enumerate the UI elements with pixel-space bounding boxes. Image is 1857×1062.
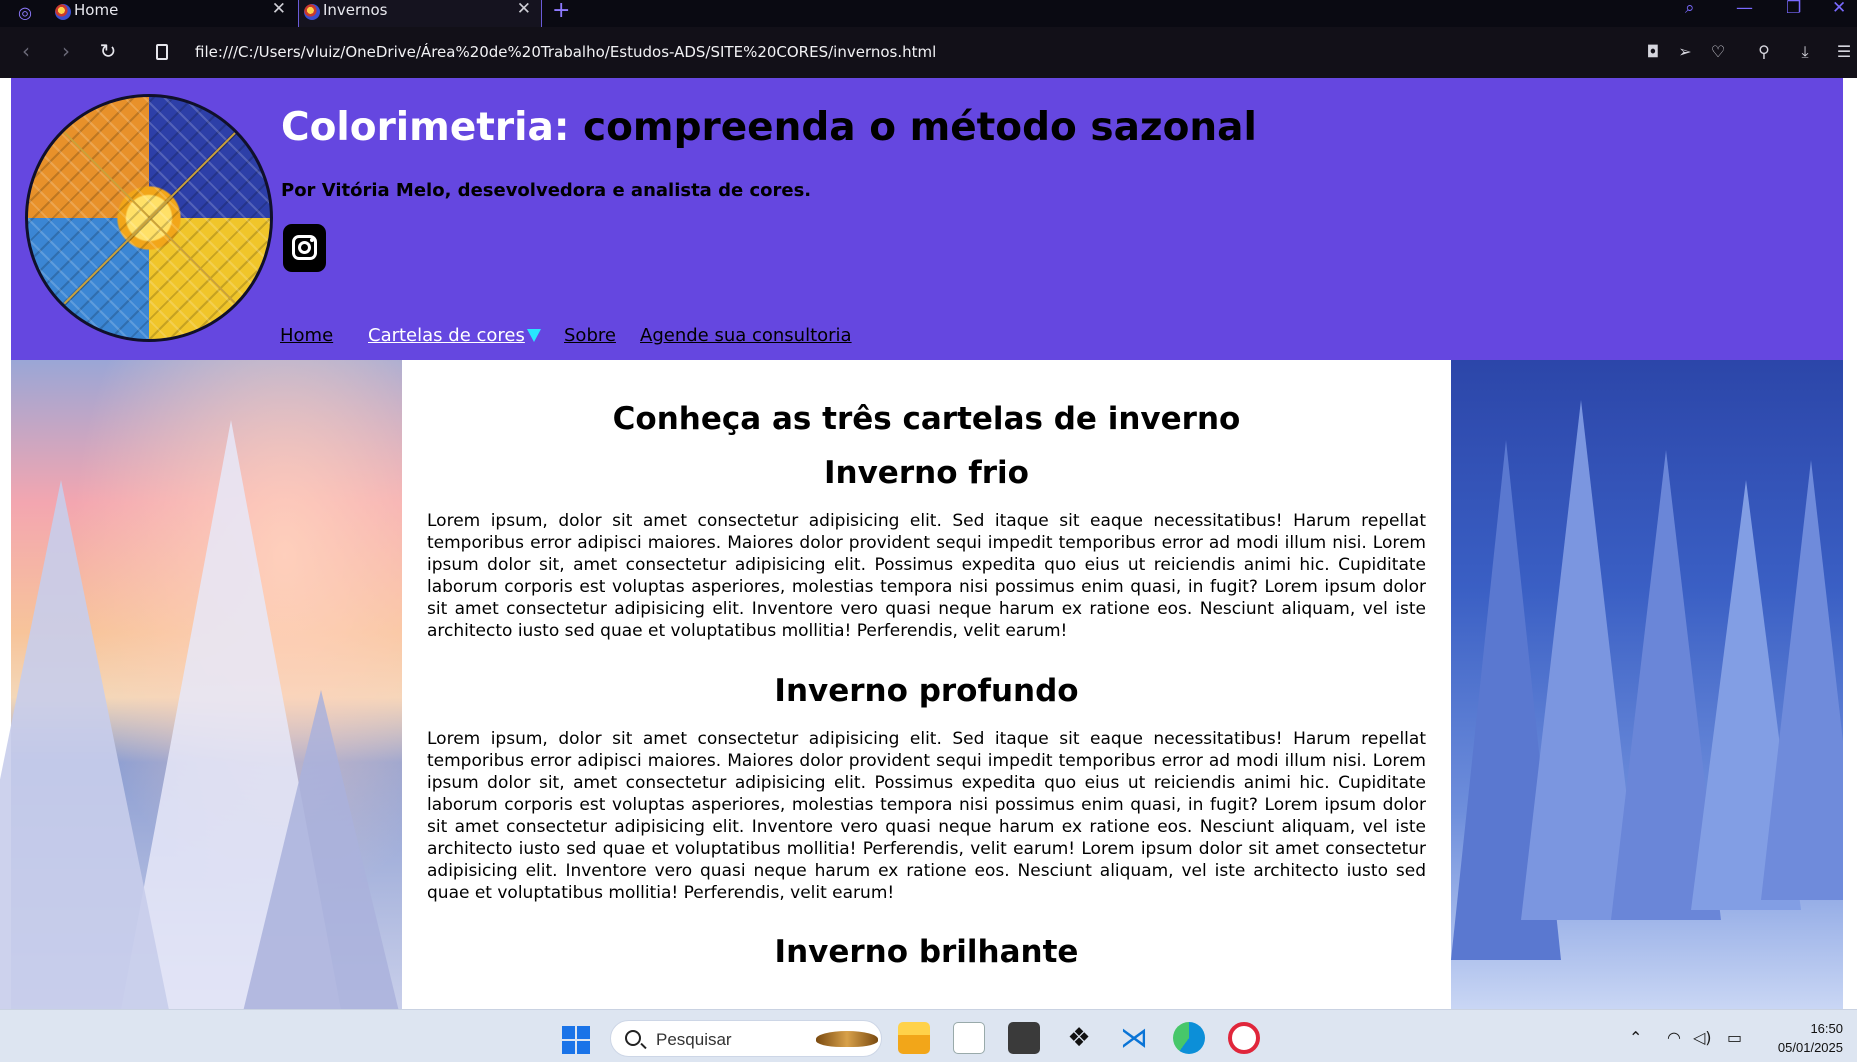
tab-close-icon[interactable]: ✕ [272,0,286,18]
site-header: Colorimetria: compreenda o método sazona… [11,78,1843,360]
page-file-icon [156,44,168,60]
section-title: Inverno brilhante [774,934,1079,970]
taskbar-search[interactable]: Pesquisar [610,1020,882,1057]
search-placeholder: Pesquisar [656,1030,732,1049]
nav-cartelas-link[interactable]: Cartelas de cores [368,325,541,346]
camera-icon[interactable]: ◘ [1641,40,1665,64]
new-tab-plus-icon[interactable]: + [552,0,570,23]
download-icon[interactable]: ⤓ [1793,40,1817,64]
instagram-icon[interactable] [283,224,326,272]
vscode-icon[interactable]: ⋊ [1118,1022,1150,1054]
file-explorer-icon[interactable] [898,1022,930,1054]
reload-icon[interactable]: ↻ [96,39,120,63]
content-card: Conheça as três cartelas de inverno Inve… [402,360,1451,1009]
logo-divider [63,131,237,305]
content-heading: Conheça as três cartelas de inverno [612,401,1241,437]
sublime-text-icon[interactable] [1008,1022,1040,1054]
edge-icon[interactable] [1173,1022,1205,1054]
nav-sobre-link[interactable]: Sobre [564,325,616,346]
background-winter-forest-image [1451,360,1857,1009]
section-title: Inverno profundo [774,673,1079,709]
battery-icon[interactable]: ▭ [1727,1028,1742,1047]
search-highlight-image [816,1031,878,1047]
amazon-icon[interactable] [953,1022,985,1054]
tab-home[interactable]: Home ✕ [50,0,296,27]
section-title: Inverno frio [824,455,1029,491]
url-field[interactable]: file:///C:/Users/vluiz/OneDrive/Área%20d… [195,43,936,61]
browser-tab-bar: ◎ Home ✕ Invernos ✕ + ⌕ — ❐ ✕ [0,0,1857,27]
search-icon [625,1030,641,1046]
tab-title: Home [74,1,119,19]
nav-home-link[interactable]: Home [280,325,333,346]
chevron-up-icon[interactable]: ⌃ [1629,1028,1642,1047]
close-icon[interactable]: ✕ [1832,0,1846,20]
tab-close-icon[interactable]: ✕ [517,0,531,18]
user-icon[interactable]: ⚲ [1752,40,1776,64]
nav-consultoria-link[interactable]: Agende sua consultoria [640,325,852,346]
clock-time: 16:50 [1810,1021,1843,1036]
page-title: Colorimetria: compreenda o método sazona… [281,105,1257,150]
title-rest: compreenda o método sazonal [583,105,1257,150]
sliders-icon[interactable]: ☰ [1832,40,1856,64]
nav-cartelas-label: Cartelas de cores [368,325,525,346]
logo-mosaic-icon [25,94,273,342]
search-icon[interactable]: ⌕ [1685,0,1695,20]
clock-date: 05/01/2025 [1777,1040,1843,1055]
wifi-icon[interactable]: ◠ [1667,1028,1681,1047]
section-text: Lorem ipsum, dolor sit amet consectetur … [427,511,1426,641]
dropdown-caret-icon[interactable] [526,329,541,342]
heart-icon[interactable]: ♡ [1706,40,1730,64]
dropbox-icon[interactable]: ❖ [1063,1022,1095,1054]
tab-title: Invernos [323,1,388,19]
opera-icon[interactable] [1228,1022,1260,1054]
back-chevron-left-icon[interactable]: ‹ [14,39,38,63]
restore-icon[interactable]: ❐ [1786,0,1801,20]
minimize-icon[interactable]: — [1736,0,1753,20]
section-text: Lorem ipsum, dolor sit amet consectetur … [427,729,1426,903]
author-byline: Por Vitória Melo, desevolvedora e analis… [281,180,812,201]
system-clock[interactable]: 16:50 05/01/2025 [1778,1019,1843,1057]
tab-favicon-icon [304,4,320,20]
tab-favicon-icon [55,4,71,20]
send-icon[interactable]: ➢ [1673,40,1697,64]
opera-gx-icon[interactable]: ◎ [8,1,42,25]
taskbar: Pesquisar ❖ ⋊ ⌃ ◠ ◁) ▭ 16:50 05/01/2025 [0,1009,1857,1062]
page-viewport: Colorimetria: compreenda o método sazona… [0,78,1857,1009]
scrollbar-track[interactable] [1843,78,1857,1009]
background-winter-sunset-image [0,360,402,1009]
windows-start-icon[interactable] [562,1026,590,1054]
volume-icon[interactable]: ◁) [1693,1028,1712,1047]
forward-chevron-right-icon[interactable]: › [54,39,78,63]
address-bar: ‹ › ↻ file:///C:/Users/vluiz/OneDrive/Ár… [0,27,1857,78]
tab-invernos[interactable]: Invernos ✕ [298,0,542,27]
title-highlight: Colorimetria: [281,105,570,150]
